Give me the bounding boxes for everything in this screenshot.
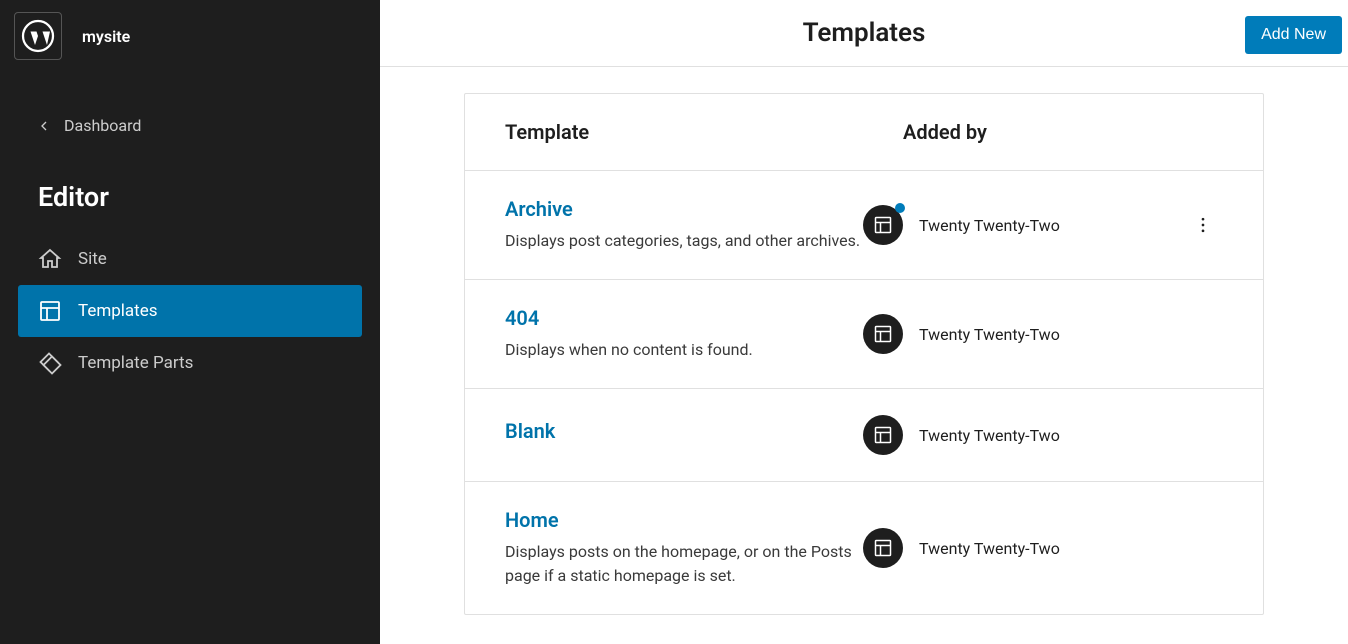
col-header-template: Template bbox=[505, 120, 903, 144]
more-vertical-icon bbox=[1193, 215, 1213, 235]
page-title: Templates bbox=[803, 18, 926, 48]
col-header-added-by: Added by bbox=[903, 120, 1223, 144]
theme-icon bbox=[863, 314, 903, 354]
home-icon bbox=[38, 247, 62, 271]
template-cell: Blank bbox=[505, 419, 863, 451]
table-row: Blank Twenty Twenty-Two bbox=[465, 389, 1263, 482]
table-row: Home Displays posts on the homepage, or … bbox=[465, 482, 1263, 614]
template-name-link[interactable]: Home bbox=[505, 508, 863, 532]
theme-icon bbox=[863, 205, 903, 245]
template-name-link[interactable]: Blank bbox=[505, 419, 863, 443]
content-area: Template Added by Archive Displays post … bbox=[380, 67, 1348, 641]
site-name[interactable]: mysite bbox=[82, 27, 130, 46]
nav-item-templates[interactable]: Templates bbox=[18, 285, 362, 337]
layout-icon bbox=[873, 324, 893, 344]
sidebar: mysite Dashboard Editor Site Templates T… bbox=[0, 0, 380, 644]
layout-icon bbox=[873, 538, 893, 558]
nav-item-site[interactable]: Site bbox=[18, 233, 362, 285]
theme-icon bbox=[863, 415, 903, 455]
top-bar: Templates Add New bbox=[380, 0, 1348, 67]
template-name-link[interactable]: 404 bbox=[505, 306, 863, 330]
template-cell: Home Displays posts on the homepage, or … bbox=[505, 508, 863, 588]
chevron-left-icon bbox=[36, 118, 52, 134]
added-by-text: Twenty Twenty-Two bbox=[919, 426, 1060, 445]
nav-label: Template Parts bbox=[78, 353, 193, 373]
layout-icon bbox=[873, 425, 893, 445]
added-by-text: Twenty Twenty-Two bbox=[919, 325, 1060, 344]
dashboard-back-link[interactable]: Dashboard bbox=[0, 100, 380, 151]
template-description: Displays posts on the homepage, or on th… bbox=[505, 540, 863, 588]
row-actions-button[interactable] bbox=[1183, 215, 1223, 235]
editor-heading: Editor bbox=[0, 151, 380, 233]
template-description: Displays when no content is found. bbox=[505, 338, 863, 362]
added-by-cell: Twenty Twenty-Two bbox=[863, 415, 1183, 455]
templates-table: Template Added by Archive Displays post … bbox=[464, 93, 1264, 615]
template-name-link[interactable]: Archive bbox=[505, 197, 863, 221]
dashboard-label: Dashboard bbox=[64, 116, 141, 135]
wordpress-logo-icon[interactable] bbox=[14, 12, 62, 60]
customized-dot-icon bbox=[895, 203, 905, 213]
added-by-cell: Twenty Twenty-Two bbox=[863, 314, 1183, 354]
table-row: 404 Displays when no content is found. T… bbox=[465, 280, 1263, 389]
add-new-button[interactable]: Add New bbox=[1245, 16, 1342, 54]
theme-icon bbox=[863, 528, 903, 568]
added-by-cell: Twenty Twenty-Two bbox=[863, 205, 1183, 245]
nav-label: Templates bbox=[78, 301, 158, 321]
template-description: Displays post categories, tags, and othe… bbox=[505, 229, 863, 253]
editor-nav: Site Templates Template Parts bbox=[0, 233, 380, 389]
layout-icon bbox=[873, 215, 893, 235]
added-by-cell: Twenty Twenty-Two bbox=[863, 528, 1183, 568]
added-by-text: Twenty Twenty-Two bbox=[919, 216, 1060, 235]
main-content: Templates Add New Template Added by Arch… bbox=[380, 0, 1348, 644]
site-header: mysite bbox=[0, 0, 380, 72]
template-cell: 404 Displays when no content is found. bbox=[505, 306, 863, 362]
layout-icon bbox=[38, 299, 62, 323]
table-row: Archive Displays post categories, tags, … bbox=[465, 171, 1263, 280]
table-header: Template Added by bbox=[465, 94, 1263, 171]
nav-item-template-parts[interactable]: Template Parts bbox=[18, 337, 362, 389]
added-by-text: Twenty Twenty-Two bbox=[919, 539, 1060, 558]
nav-label: Site bbox=[78, 249, 107, 269]
layers-icon bbox=[38, 351, 62, 375]
template-cell: Archive Displays post categories, tags, … bbox=[505, 197, 863, 253]
